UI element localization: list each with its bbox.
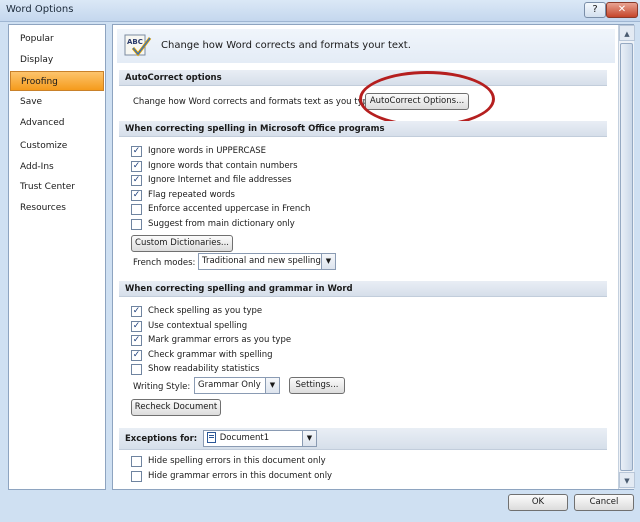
checkbox-contextual-spelling[interactable]: ✓ bbox=[131, 321, 142, 332]
window-title: Word Options bbox=[6, 4, 74, 15]
label-readability-stats: Show readability statistics bbox=[148, 364, 260, 374]
title-bar: Word Options ? ✕ bbox=[0, 0, 640, 22]
french-modes-value: Traditional and new spellings bbox=[202, 256, 326, 266]
sidebar-item-trust-center[interactable]: Trust Center bbox=[10, 177, 104, 197]
document-icon bbox=[207, 432, 216, 443]
svg-text:ABC: ABC bbox=[127, 38, 143, 46]
sidebar: Popular Display Proofing Save Advanced C… bbox=[8, 24, 106, 490]
label-check-spelling: Check spelling as you type bbox=[148, 306, 263, 316]
checkbox-ignore-uppercase[interactable]: ✓ bbox=[131, 146, 142, 157]
recheck-document-button[interactable]: Recheck Document bbox=[131, 399, 221, 416]
section-exceptions: Exceptions for: bbox=[119, 428, 607, 450]
label-flag-repeated: Flag repeated words bbox=[148, 190, 235, 200]
label-contextual-spelling: Use contextual spelling bbox=[148, 321, 248, 331]
label-hide-grammar-errors: Hide grammar errors in this document onl… bbox=[148, 471, 333, 481]
chevron-down-icon: ▼ bbox=[321, 254, 335, 269]
writing-style-select[interactable]: Grammar Only ▼ bbox=[194, 377, 280, 394]
checkbox-check-grammar[interactable]: ✓ bbox=[131, 350, 142, 361]
scrollbar-thumb[interactable] bbox=[620, 43, 633, 471]
section-autocorrect: AutoCorrect options bbox=[119, 70, 607, 86]
checkbox-enforce-accented[interactable] bbox=[131, 204, 142, 215]
proofing-panel: ABC Change how Word corrects and formats… bbox=[112, 24, 635, 490]
cancel-button[interactable]: Cancel bbox=[574, 494, 634, 511]
checkbox-ignore-numbers[interactable]: ✓ bbox=[131, 161, 142, 172]
panel-header: ABC Change how Word corrects and formats… bbox=[117, 29, 615, 63]
label-ignore-numbers: Ignore words that contain numbers bbox=[148, 161, 298, 171]
chevron-down-icon: ▼ bbox=[302, 431, 316, 446]
chevron-down-icon: ▼ bbox=[265, 378, 279, 393]
checkbox-ignore-internet[interactable]: ✓ bbox=[131, 175, 142, 186]
label-mark-grammar: Mark grammar errors as you type bbox=[148, 335, 292, 345]
custom-dictionaries-button[interactable]: Custom Dictionaries... bbox=[131, 235, 233, 252]
abc-check-icon: ABC bbox=[124, 34, 152, 57]
label-ignore-uppercase: Ignore words in UPPERCASE bbox=[148, 146, 267, 156]
checkbox-readability-stats[interactable] bbox=[131, 364, 142, 375]
close-button[interactable]: ✕ bbox=[606, 2, 638, 18]
checkbox-hide-spelling-errors[interactable] bbox=[131, 456, 142, 467]
checkbox-hide-grammar-errors[interactable] bbox=[131, 471, 142, 482]
label-enforce-accented: Enforce accented uppercase in French bbox=[148, 204, 311, 214]
french-modes-label: French modes: bbox=[133, 258, 196, 268]
checkbox-flag-repeated[interactable]: ✓ bbox=[131, 190, 142, 201]
label-suggest-main-dict: Suggest from main dictionary only bbox=[148, 219, 295, 229]
panel-header-text: Change how Word corrects and formats you… bbox=[161, 40, 411, 51]
sidebar-item-proofing[interactable]: Proofing bbox=[10, 71, 104, 91]
label-check-grammar: Check grammar with spelling bbox=[148, 350, 273, 360]
sidebar-item-resources[interactable]: Resources bbox=[10, 198, 104, 218]
section-spelling-word: When correcting spelling and grammar in … bbox=[119, 281, 607, 297]
settings-button[interactable]: Settings... bbox=[289, 377, 345, 394]
exceptions-label: Exceptions for: bbox=[125, 434, 198, 444]
writing-style-label: Writing Style: bbox=[133, 382, 191, 392]
exceptions-document-value: Document1 bbox=[219, 433, 270, 443]
sidebar-item-display[interactable]: Display bbox=[10, 50, 104, 70]
ok-button[interactable]: OK bbox=[508, 494, 568, 511]
sidebar-item-popular[interactable]: Popular bbox=[10, 29, 104, 49]
label-hide-spelling-errors: Hide spelling errors in this document on… bbox=[148, 456, 326, 466]
vertical-scrollbar[interactable]: ▲ ▼ bbox=[618, 25, 635, 489]
sidebar-item-advanced[interactable]: Advanced bbox=[10, 113, 104, 133]
checkbox-mark-grammar[interactable]: ✓ bbox=[131, 335, 142, 346]
highlight-circle bbox=[359, 71, 495, 127]
scroll-down-icon[interactable]: ▼ bbox=[619, 472, 635, 488]
checkbox-check-spelling[interactable]: ✓ bbox=[131, 306, 142, 317]
writing-style-value: Grammar Only bbox=[198, 380, 261, 390]
scroll-up-icon[interactable]: ▲ bbox=[619, 25, 635, 41]
sidebar-item-save[interactable]: Save bbox=[10, 92, 104, 112]
help-button[interactable]: ? bbox=[584, 2, 606, 18]
exceptions-document-select[interactable]: Document1 ▼ bbox=[203, 430, 317, 447]
french-modes-select[interactable]: Traditional and new spellings ▼ bbox=[198, 253, 336, 270]
label-ignore-internet: Ignore Internet and file addresses bbox=[148, 175, 292, 185]
autocorrect-description: Change how Word corrects and formats tex… bbox=[133, 97, 377, 107]
sidebar-item-customize[interactable]: Customize bbox=[10, 136, 104, 156]
sidebar-item-add-ins[interactable]: Add-Ins bbox=[10, 157, 104, 177]
section-spelling-office: When correcting spelling in Microsoft Of… bbox=[119, 121, 607, 137]
checkbox-suggest-main-dict[interactable] bbox=[131, 219, 142, 230]
